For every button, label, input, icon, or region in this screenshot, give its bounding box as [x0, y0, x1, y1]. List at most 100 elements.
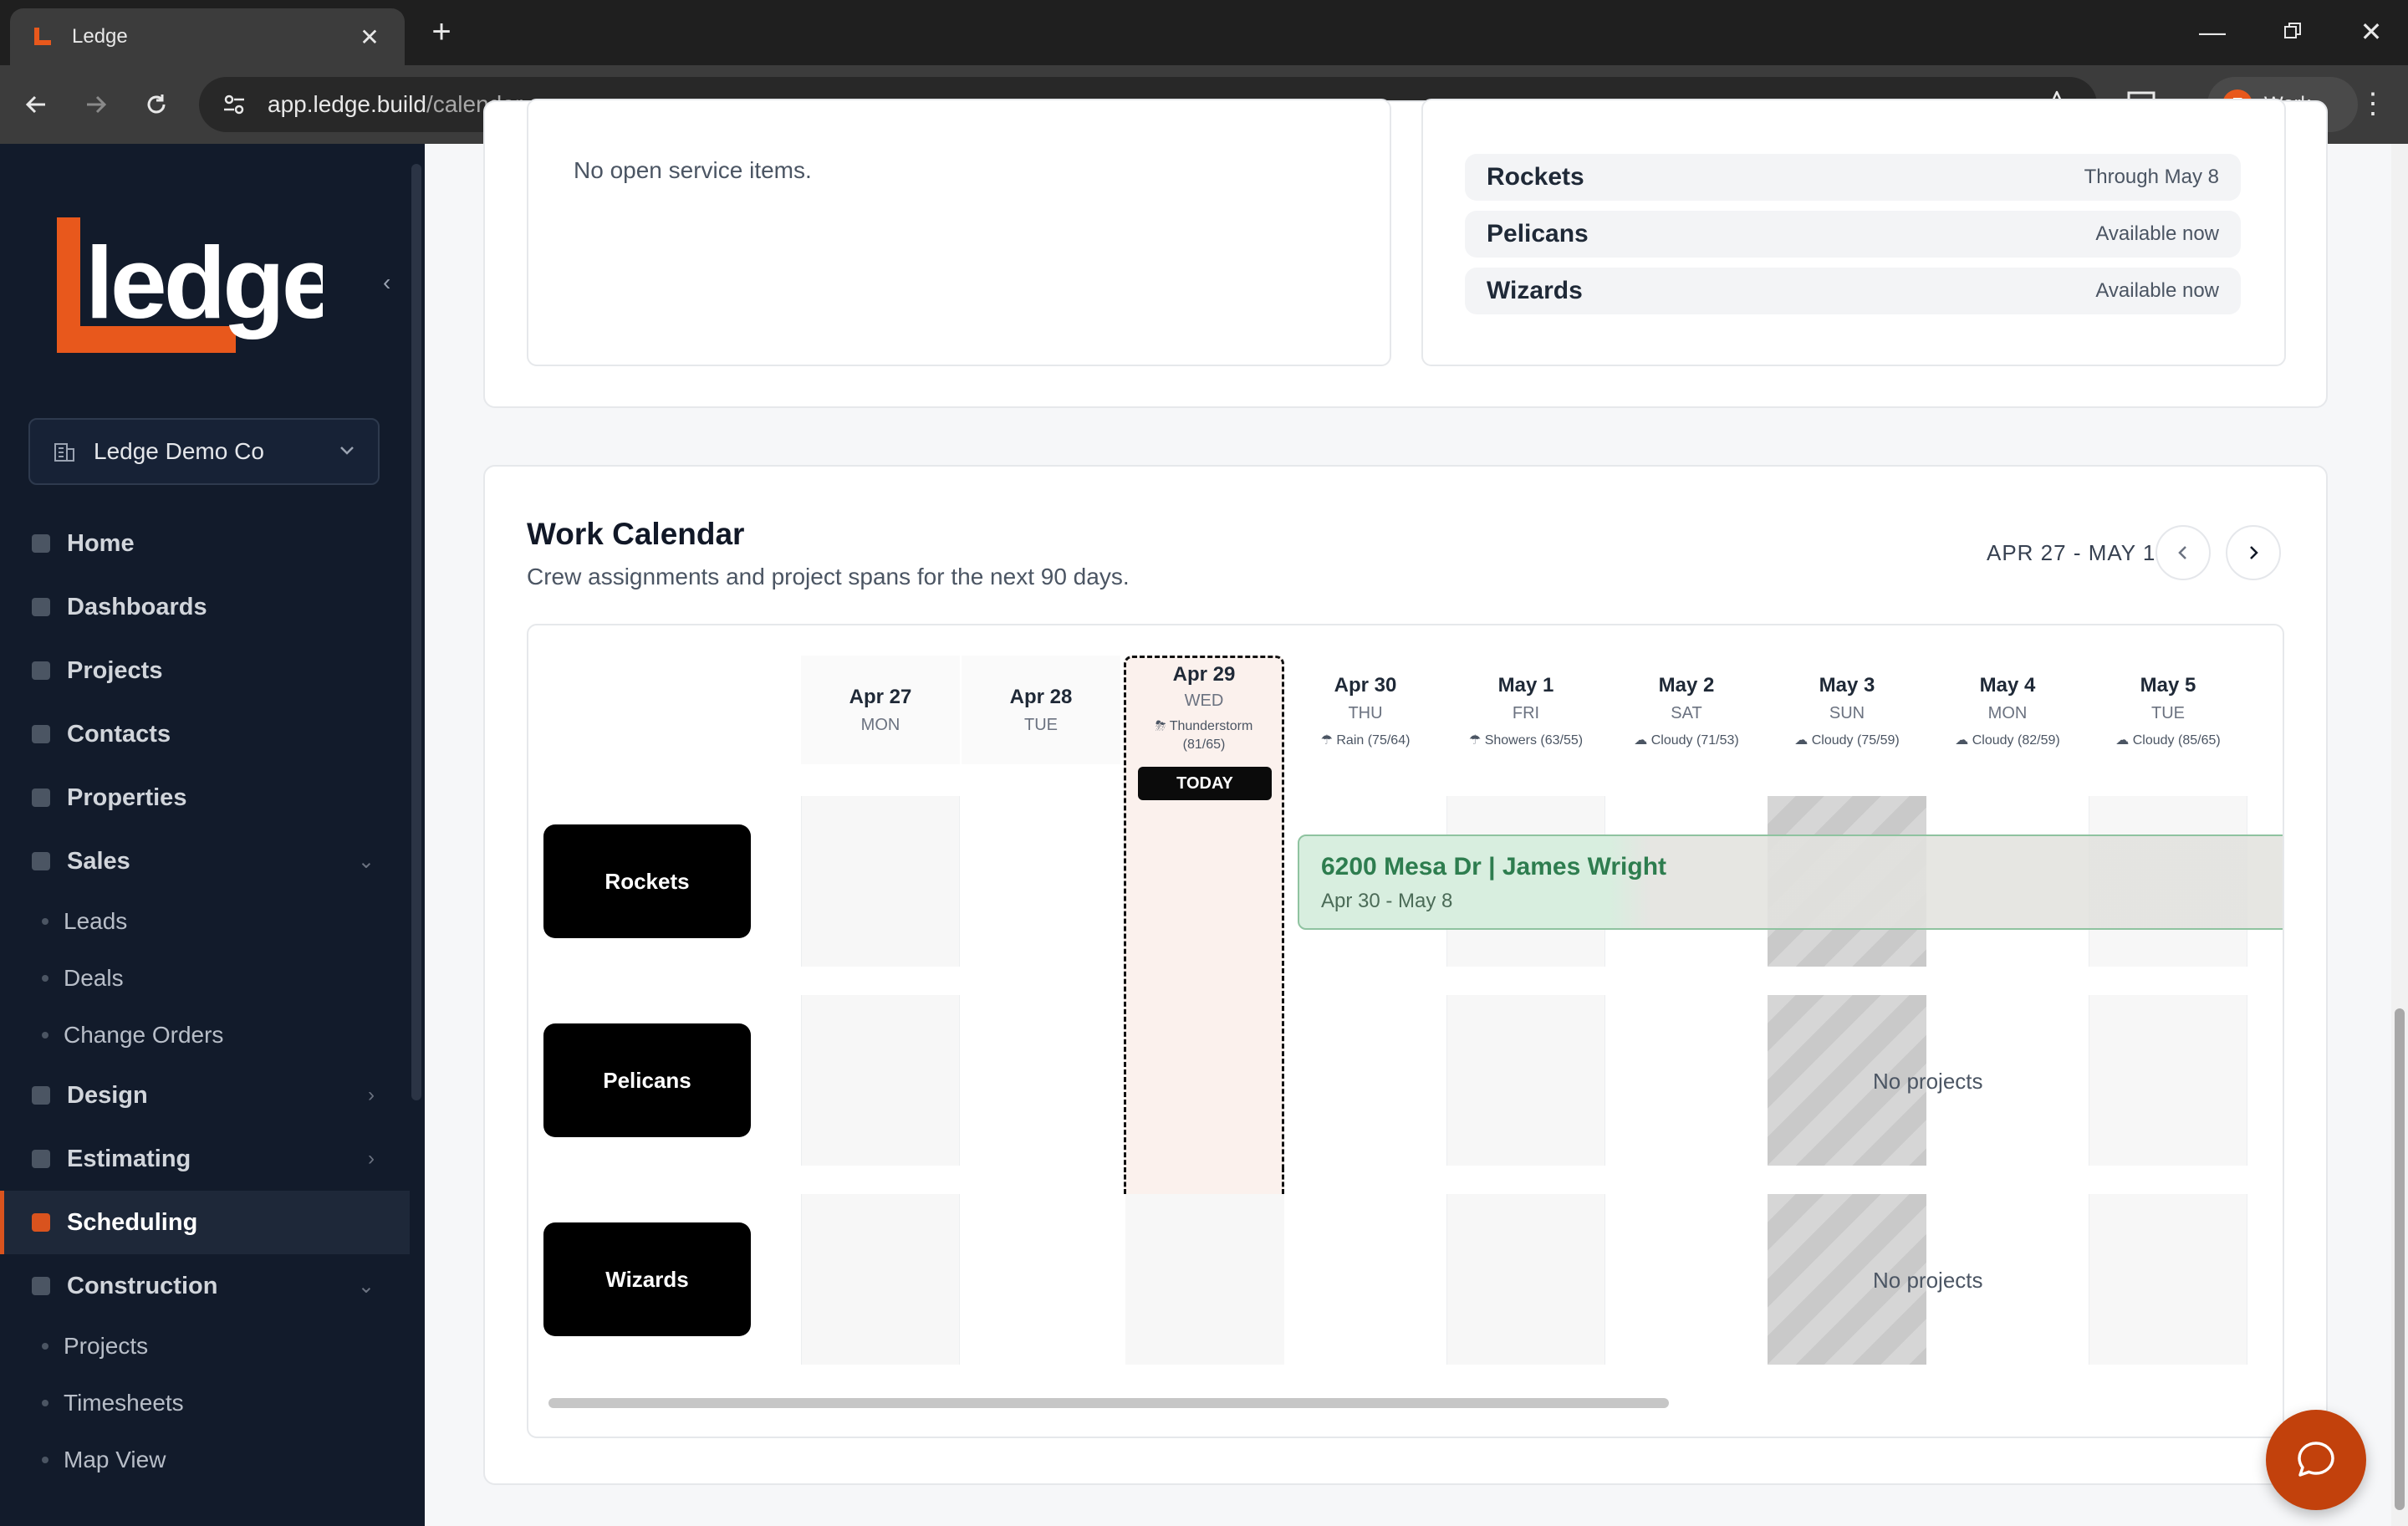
crew-availability-row: Pelicans Available now — [1465, 211, 2241, 258]
weather-text: Showers (63/55) — [1484, 733, 1584, 748]
calendar-cell[interactable] — [801, 796, 960, 967]
sidebar-subitem-timesheets[interactable]: Timesheets — [0, 1375, 410, 1432]
day-dow: TUE — [1024, 716, 1058, 734]
sidebar-subitem-map-view[interactable]: Map View — [0, 1432, 410, 1488]
prev-range-button[interactable] — [2155, 525, 2211, 580]
crew-row-label[interactable]: Wizards — [543, 1222, 751, 1336]
day-weather: ☁ Cloudy (75/59) — [1768, 732, 1926, 748]
sidebar-item-estimating[interactable]: Estimating › — [0, 1127, 410, 1191]
sidebar-item-contacts[interactable]: Contacts — [0, 702, 410, 766]
sidebar-subitem-label: Leads — [64, 908, 128, 934]
project-span-bar[interactable]: 6200 Mesa Dr | James Wright Apr 30 - May… — [1298, 834, 2283, 930]
today-badge: TODAY — [1138, 767, 1272, 800]
sidebar-scrollbar[interactable] — [411, 164, 421, 1100]
design-icon — [32, 1086, 50, 1105]
back-icon[interactable] — [17, 85, 55, 124]
collapse-sidebar-icon[interactable]: ‹ — [383, 269, 390, 296]
calendar-title: Work Calendar — [527, 517, 745, 551]
service-empty-text: No open service items. — [574, 157, 812, 183]
page-scrollbar-thumb[interactable] — [2395, 1008, 2405, 1510]
next-range-button[interactable] — [2226, 525, 2281, 580]
cloud-icon: ☁ — [1794, 733, 1812, 748]
ledge-logo: ledge — [55, 217, 339, 365]
calendar-cell[interactable] — [1446, 995, 1605, 1166]
chevron-down-icon — [338, 441, 356, 463]
sidebar-item-scheduling[interactable]: Scheduling — [0, 1191, 410, 1254]
sidebar-subitem-construction-projects[interactable]: Projects — [0, 1318, 410, 1375]
scheduling-icon — [32, 1213, 50, 1232]
sidebar-item-label: Dashboards — [67, 593, 207, 620]
calendar-cell[interactable] — [801, 1194, 960, 1365]
today-column-divider — [1124, 1167, 1284, 1194]
browser-tab[interactable]: Ledge ✕ — [10, 8, 405, 65]
sidebar-item-label: Construction — [67, 1272, 218, 1299]
sidebar-subitem-deals[interactable]: Deals — [0, 950, 410, 1007]
restore-icon[interactable] — [2268, 15, 2318, 48]
home-icon — [32, 534, 50, 553]
sidebar-subitem-change-orders[interactable]: Change Orders — [0, 1007, 410, 1064]
site-info-icon[interactable] — [219, 89, 249, 120]
weather-text: Cloudy (85/65) — [2132, 733, 2221, 748]
reload-icon[interactable] — [137, 85, 176, 124]
chevron-down-icon: ⌄ — [357, 1274, 375, 1298]
cloud-icon: ☁ — [2115, 733, 2133, 748]
day-date: May 4 — [1979, 674, 2036, 697]
sidebar-item-label: Design — [67, 1081, 148, 1109]
contacts-icon — [32, 725, 50, 743]
properties-icon — [32, 789, 50, 807]
day-header: May 5 TUE ☁ Cloudy (85/65) — [2089, 656, 2247, 764]
chevron-right-icon: › — [368, 1084, 375, 1106]
day-date: Apr 28 — [1009, 686, 1073, 708]
sidebar-subitem-label: Change Orders — [64, 1022, 224, 1048]
calendar-cell[interactable] — [801, 995, 960, 1166]
sidebar-item-label: Estimating — [67, 1145, 191, 1172]
sidebar-item-home[interactable]: Home — [0, 512, 410, 575]
sidebar-item-construction[interactable]: Construction ⌄ — [0, 1254, 410, 1318]
calendar-cell[interactable] — [2089, 1194, 2247, 1365]
crew-row-label[interactable]: Pelicans — [543, 1023, 751, 1137]
sidebar-item-design[interactable]: Design › — [0, 1064, 410, 1127]
browser-menu-icon[interactable]: ⋮ — [2356, 85, 2390, 122]
sidebar-subitem-leads[interactable]: Leads — [0, 893, 410, 950]
sales-icon — [32, 852, 50, 870]
chevron-down-icon: ⌄ — [357, 850, 375, 873]
browser-tabstrip: Ledge ✕ + — ✕ — [0, 0, 2408, 65]
service-items-panel: No open service items. — [527, 99, 1391, 366]
day-weather: ☂ Showers (63/55) — [1446, 732, 1605, 748]
weather-text: Cloudy (71/53) — [1650, 733, 1739, 748]
day-dow: MON — [1987, 704, 2028, 722]
page-scrollbar[interactable] — [2391, 144, 2408, 1526]
org-selector[interactable]: Ledge Demo Co — [28, 418, 380, 485]
close-window-icon[interactable]: ✕ — [2346, 15, 2396, 48]
sidebar-item-label: Contacts — [67, 720, 171, 748]
sidebar-item-properties[interactable]: Properties — [0, 766, 410, 829]
sidebar-item-sales[interactable]: Sales ⌄ — [0, 829, 410, 893]
new-tab-icon[interactable]: + — [425, 15, 458, 48]
crew-row-label[interactable]: Rockets — [543, 824, 751, 938]
day-weather: ☁ Cloudy (82/59) — [1928, 732, 2087, 748]
showers-icon: ☂ — [1468, 733, 1485, 748]
day-date: Apr 30 — [1334, 674, 1397, 697]
no-projects-text: No projects — [1873, 1268, 1983, 1293]
project-dates: Apr 30 - May 8 — [1321, 890, 1453, 912]
sidebar-item-dashboards[interactable]: Dashboards — [0, 575, 410, 639]
day-date: Apr 29 — [1172, 663, 1236, 686]
minimize-icon[interactable]: — — [2187, 15, 2237, 48]
tab-close-icon[interactable]: ✕ — [355, 23, 385, 51]
crew-name: Pelicans — [1487, 220, 1589, 248]
calendar-cell[interactable] — [2089, 995, 2247, 1166]
chat-button[interactable] — [2266, 1410, 2366, 1510]
calendar-cell[interactable] — [1446, 1194, 1605, 1365]
crew-name: Wizards — [1487, 277, 1583, 304]
chevron-right-icon: › — [368, 1147, 375, 1170]
chevron-right-icon — [2250, 546, 2258, 559]
summary-card: No open service items. Rockets Through M… — [483, 99, 2328, 408]
sidebar: ledge ‹ Ledge Demo Co Home Dashboards Pr… — [0, 144, 425, 1526]
scrollbar-thumb[interactable] — [548, 1398, 1669, 1408]
forward-icon[interactable] — [77, 85, 115, 124]
day-header: May 2 SAT ☁ Cloudy (71/53) — [1607, 656, 1766, 764]
crew-availability-row: Wizards Available now — [1465, 268, 2241, 314]
calendar-cell[interactable] — [1125, 1194, 1284, 1365]
sidebar-item-projects[interactable]: Projects — [0, 639, 410, 702]
calendar-horizontal-scrollbar[interactable] — [537, 1395, 2276, 1410]
